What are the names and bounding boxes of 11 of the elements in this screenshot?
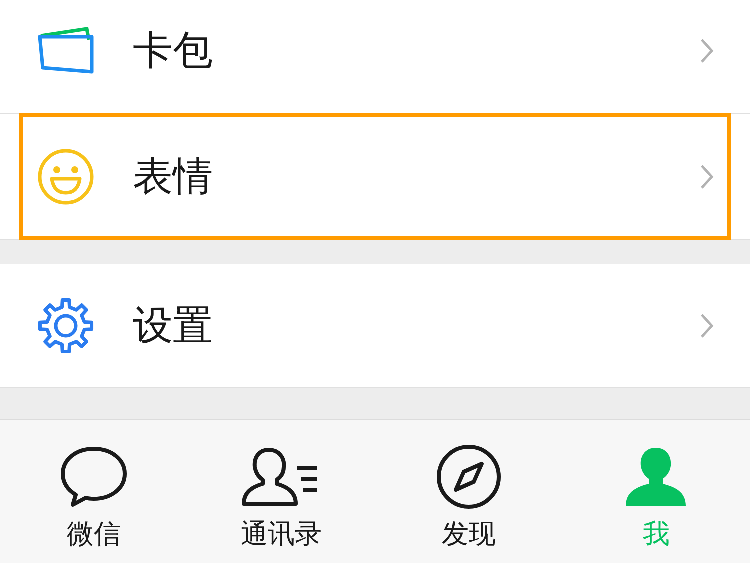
tab[interactable]: 微信 [0,420,188,563]
chat-bubble-icon [60,446,128,508]
card-wallet-icon [37,26,95,76]
chevron-icon [700,312,714,338]
chevron-icon [700,164,714,190]
tab[interactable]: 通讯录 [188,420,375,563]
tab[interactable]: 发现 [375,420,562,563]
smiley-icon [37,148,95,206]
chevron-icon [700,38,714,64]
settings-icon [37,296,95,354]
compass-icon [436,444,502,510]
